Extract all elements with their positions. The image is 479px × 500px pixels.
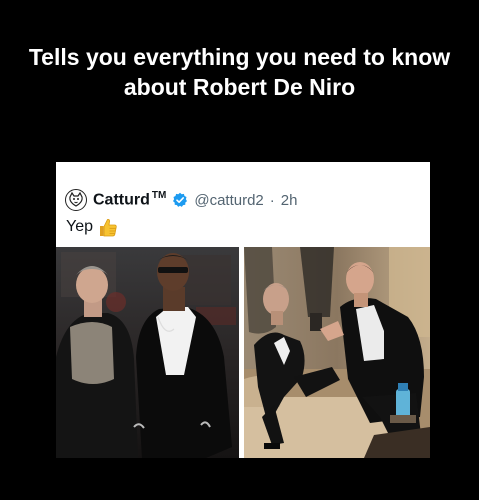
tweet-image-left[interactable] <box>56 247 239 458</box>
tweet-body: Yep <box>66 218 93 235</box>
display-name[interactable]: Catturd TM <box>93 190 166 209</box>
verified-badge-icon <box>172 192 188 208</box>
avatar[interactable] <box>65 189 87 211</box>
dot-separator: · <box>269 191 275 209</box>
handle[interactable]: @catturd2 <box>194 192 263 209</box>
photo-couch-scene-icon <box>244 247 430 458</box>
tweet-image-right[interactable] <box>244 247 430 458</box>
thumbs-up-icon <box>100 219 117 237</box>
timestamp[interactable]: 2h <box>281 192 298 209</box>
cat-avatar-icon <box>69 191 83 207</box>
trademark-label: TM <box>151 190 167 202</box>
tweet-card[interactable]: Catturd TM @catturd2 · 2h Yep <box>56 162 430 458</box>
meme-caption: Tells you everything you need to know ab… <box>28 44 451 100</box>
tweet-header: Catturd TM @catturd2 · 2h <box>65 188 297 212</box>
tweet-text: Yep <box>66 216 119 238</box>
photo-two-men-icon <box>56 247 239 458</box>
